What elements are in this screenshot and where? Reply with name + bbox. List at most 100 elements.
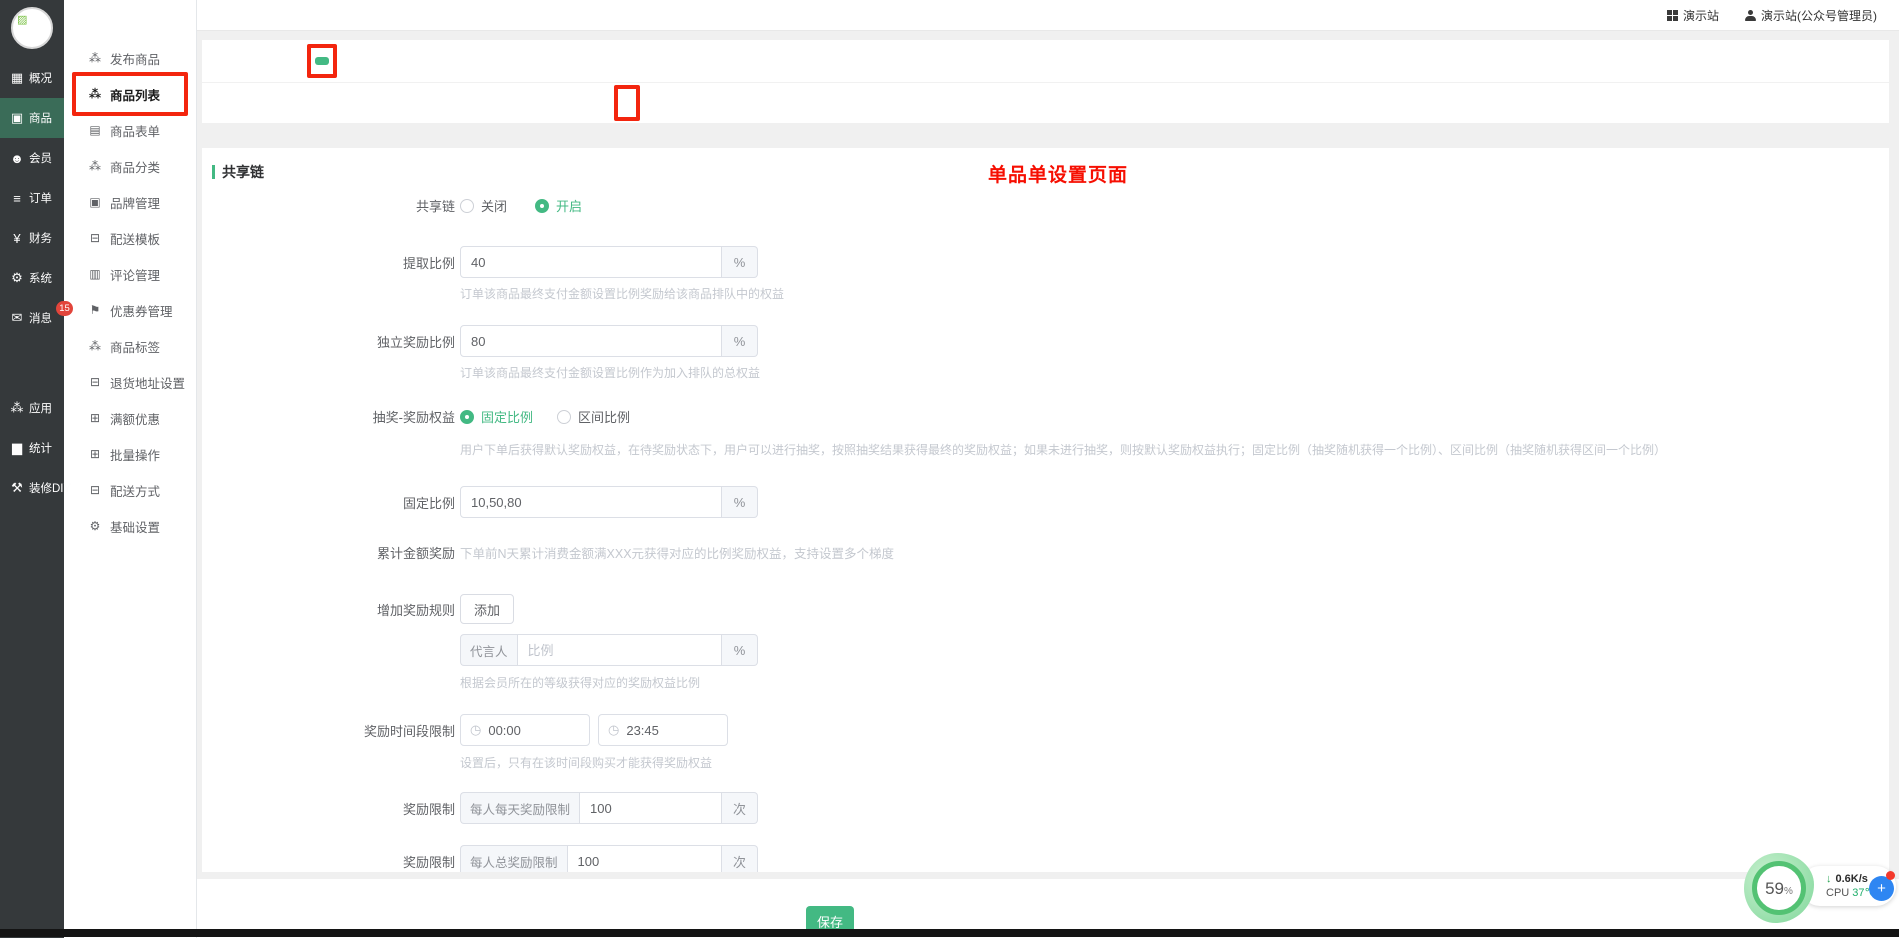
field-help: 根据会员所在的等级获得对应的奖励权益比例 (460, 674, 1889, 691)
nav2-label: 退货地址设置 (110, 373, 185, 392)
secondary-sidebar: ⁂ 发布商品 ⁂ 商品列表 ▤ 商品表单 ⁂ 商品分类 ▣ 品牌管理 (64, 0, 197, 938)
nav2-item-goods-form[interactable]: ▤ 商品表单 (76, 112, 184, 148)
truck-icon: ⊟ (88, 483, 102, 497)
nav1-label: 应用 (29, 400, 52, 416)
field-help: 用户下单后获得默认奖励权益，在待奖励状态下，用户可以进行抽奖，按照抽奖结果获得最… (460, 441, 1889, 458)
nav2-item-brand-manage[interactable]: ▣ 品牌管理 (76, 184, 184, 220)
dashboard-icon: ▦ (9, 70, 25, 86)
nav1-item-members[interactable]: ☻ 会员 (0, 138, 64, 178)
nav2-item-publish-goods[interactable]: ⁂ 发布商品 (76, 40, 184, 76)
field-fixed-ratio: 固定比例 % (202, 486, 1889, 518)
field-add-rule: 增加奖励规则 添加 (202, 594, 1889, 624)
nav2-label: 配送模板 (110, 229, 160, 248)
rule-ratio-input[interactable] (517, 634, 722, 666)
nav2-item-basic-settings[interactable]: ⚙ 基础设置 (76, 508, 184, 544)
share-chain-off-radio[interactable]: 关闭 (460, 196, 507, 215)
extract-ratio-input[interactable] (460, 246, 722, 278)
gear-icon: ⚙ (88, 519, 102, 533)
nav2-item-delivery-method[interactable]: ⊟ 配送方式 (76, 472, 184, 508)
start-time-input[interactable]: ◷ 00:00 (460, 714, 590, 746)
logo-avatar: ▨ (11, 7, 53, 49)
clock-icon: ◷ (608, 722, 619, 738)
daily-limit-input[interactable] (579, 792, 722, 824)
total-limit-prefix: 每人总奖励限制 (460, 845, 567, 872)
share-nodes-icon: ⁂ (88, 51, 102, 65)
nav2-item-goods-list[interactable]: ⁂ 商品列表 (76, 76, 184, 112)
secondary-tabs (202, 83, 1889, 123)
nav1-label: 系统 (29, 270, 52, 286)
users-icon: ☻ (9, 151, 25, 166)
percent-suffix: % (722, 634, 758, 666)
notification-dot (1886, 871, 1895, 880)
cpu-label: CPU (1826, 887, 1849, 899)
primary-tabs (202, 40, 1889, 83)
field-label: 累计金额奖励 (202, 543, 460, 562)
nav1-item-orders[interactable]: ≡ 订单 (0, 178, 64, 218)
fixed-ratio-radio[interactable]: 固定比例 (460, 407, 533, 426)
field-lottery-reward: 抽奖-奖励权益 固定比例 区间比例 (202, 407, 1889, 426)
nav1-item-stats[interactable]: ▆ 统计 (0, 428, 64, 468)
top-bar: 演示站 演示站(公众号管理员) (197, 0, 1899, 31)
nav2-item-batch-operation[interactable]: ⊞ 批量操作 (76, 436, 184, 472)
nav1-item-apps[interactable]: ⁂ 应用 (0, 388, 64, 428)
nav2-item-comment-manage[interactable]: ▥ 评论管理 (76, 256, 184, 292)
annotation-note: 单品单设置页面 (988, 160, 1128, 187)
field-label: 共享链 (202, 196, 460, 215)
nav2-item-goods-tags[interactable]: ⁂ 商品标签 (76, 328, 184, 364)
settings-panel: 共享链 共享链 关闭 开启 提取比例 % 订单该商品最终支付金额设置比例奖励给该… (202, 148, 1889, 872)
field-help: 订单该商品最终支付金额设置比例奖励给该商品排队中的权益 (460, 285, 1889, 302)
times-suffix: 次 (722, 792, 758, 824)
tab-marketing[interactable] (315, 57, 329, 65)
section-title: 共享链 (222, 162, 264, 182)
field-label: 抽奖-奖励权益 (202, 407, 460, 426)
nav2-label: 批量操作 (110, 445, 160, 464)
start-time-value: 00:00 (488, 723, 521, 738)
nav2-label: 商品表单 (110, 121, 160, 140)
field-label: 奖励限制 (202, 799, 460, 818)
field-label: 增加奖励规则 (202, 600, 460, 619)
add-rule-button[interactable]: 添加 (460, 594, 514, 624)
nav1-item-finance[interactable]: ¥ 财务 (0, 218, 64, 258)
nav2-item-ship-template[interactable]: ⊟ 配送模板 (76, 220, 184, 256)
daily-limit-prefix: 每人每天奖励限制 (460, 792, 579, 824)
download-speed: 0.6K/s (1836, 873, 1868, 885)
share-chain-on-radio[interactable]: 开启 (535, 196, 582, 215)
nav1-item-messages[interactable]: ✉ 消息 15 (0, 298, 64, 338)
yen-icon: ¥ (9, 231, 25, 246)
nav1-item-system[interactable]: ⚙ 系统 (0, 258, 64, 298)
nav1-label: 统计 (29, 440, 52, 456)
range-ratio-radio[interactable]: 区间比例 (557, 407, 630, 426)
nav1-item-overview[interactable]: ▦ 概况 (0, 58, 64, 98)
chart-icon: ▆ (9, 440, 25, 456)
apps-icon: ⁂ (9, 400, 25, 416)
radio-circle-icon (460, 199, 474, 213)
field-rule-row: 代言人 % (202, 634, 1889, 666)
truck-icon: ⊟ (88, 231, 102, 245)
cart-icon: ≡ (9, 191, 25, 206)
nav2-item-coupon-manage[interactable]: ⚑ 优惠券管理 (76, 292, 184, 328)
nav1-item-diy[interactable]: ⚒ 装修DIY (0, 468, 64, 508)
user-menu[interactable]: 演示站(公众号管理员) (1745, 7, 1877, 24)
site-switcher[interactable]: 演示站 (1667, 7, 1719, 24)
fixed-ratio-input[interactable] (460, 486, 722, 518)
app-logo[interactable]: ▨ (0, 0, 64, 56)
nav1-item-goods[interactable]: ▣ 商品 (0, 98, 64, 138)
field-share-chain-switch: 共享链 关闭 开启 (202, 196, 1889, 215)
gift-icon: ⊞ (88, 447, 102, 461)
tabs-card (202, 40, 1889, 123)
end-time-input[interactable]: ◷ 23:45 (598, 714, 728, 746)
nav2-item-return-address[interactable]: ⊟ 退货地址设置 (76, 364, 184, 400)
nav2-item-goods-category[interactable]: ⁂ 商品分类 (76, 148, 184, 184)
radio-circle-icon (557, 410, 571, 424)
nav2-item-full-discount[interactable]: ⊞ 满额优惠 (76, 400, 184, 436)
memory-percent-ring[interactable]: 59% (1752, 861, 1806, 915)
radio-circle-icon (460, 410, 474, 424)
gift-icon: ⊞ (88, 411, 102, 425)
logo-image-icon: ▨ (17, 13, 27, 26)
user-name: 演示站(公众号管理员) (1761, 7, 1877, 24)
radio-circle-icon (535, 199, 549, 213)
percent-suffix: % (722, 325, 758, 357)
total-limit-input[interactable] (567, 845, 722, 872)
independent-ratio-input[interactable] (460, 325, 722, 357)
nav2-label: 评论管理 (110, 265, 160, 284)
